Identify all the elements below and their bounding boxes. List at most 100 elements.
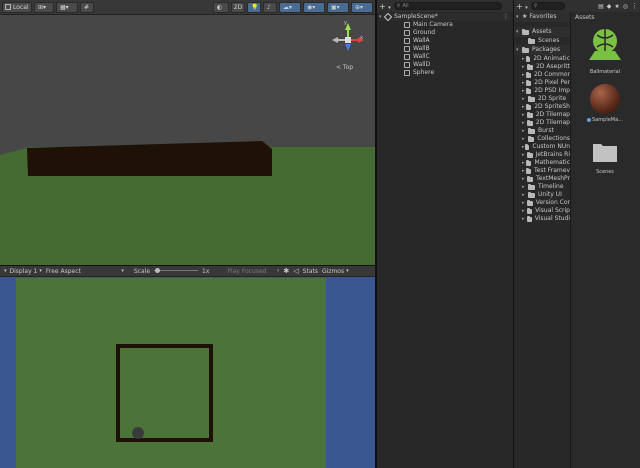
- more-options-icon[interactable]: ⋮: [503, 13, 509, 21]
- hierarchy-search-field[interactable]: ⚲ All: [393, 2, 502, 10]
- package-row[interactable]: ▸ Burst: [514, 127, 570, 135]
- package-row[interactable]: ▸ 2D Animatic: [514, 55, 570, 63]
- hierarchy-item[interactable]: WallA: [379, 37, 511, 45]
- hierarchy-item-label: WallB: [413, 45, 430, 52]
- hierarchy-item[interactable]: Ground: [379, 29, 511, 37]
- search-icon: ⚲: [533, 3, 538, 9]
- package-row[interactable]: ▸ 2D Commor: [514, 71, 570, 79]
- gizmo-x-label: x: [360, 35, 363, 41]
- package-row[interactable]: ▸ Visual Studi: [514, 215, 570, 223]
- hierarchy-item[interactable]: Main Camera: [379, 21, 511, 29]
- gameobject-icon: [404, 46, 410, 52]
- packages-list: ▸ 2D Animatic ▸ 2D Asepritt ▸ 2D Commor ▸ 2D Pi…: [514, 55, 570, 223]
- toggle-2d-button[interactable]: 2D: [231, 1, 245, 13]
- package-row[interactable]: ▸ Timeline: [514, 183, 570, 191]
- hierarchy-item[interactable]: WallD: [379, 61, 511, 69]
- package-row[interactable]: ▸ JetBrains Ri: [514, 151, 570, 159]
- package-label: Visual Studi: [534, 215, 570, 222]
- package-row[interactable]: ▸ Mathematic: [514, 159, 570, 167]
- package-label: JetBrains Ri: [535, 151, 570, 158]
- grid-lines-icon: #: [84, 3, 90, 11]
- asset-item-samplematerial[interactable]: SampleMa...: [575, 84, 635, 136]
- scene-view[interactable]: Local ⊞▾ ▦▾ # ◐ 2D 💡 ♪ ☁▾ ◉▾ ▣▾ ⊕▾ y x <…: [0, 0, 375, 265]
- package-row[interactable]: ▸ 2D PSD Imp: [514, 87, 570, 95]
- lighting-toggle[interactable]: 💡: [247, 1, 261, 13]
- create-button[interactable]: + ▾: [379, 2, 391, 11]
- package-row[interactable]: ▸ 2D Tilemap: [514, 119, 570, 127]
- folder-label: Scenes: [538, 37, 560, 44]
- favorites-row[interactable]: ▾ ★ Favorites: [514, 12, 570, 22]
- star-icon[interactable]: ★: [614, 3, 619, 10]
- aspect-dropdown[interactable]: Free Aspect ▾: [46, 268, 124, 275]
- stats-button[interactable]: Stats: [303, 268, 318, 275]
- scene-camera-button[interactable]: ▣▾: [327, 1, 349, 13]
- asset-item-scenes[interactable]: Scenes: [575, 140, 635, 180]
- sphere: [132, 427, 144, 439]
- package-row[interactable]: ▸ 2D Sprite: [514, 95, 570, 103]
- asset-item-ballmaterial[interactable]: Ballmaterial: [575, 26, 635, 78]
- play-focused-dropdown[interactable]: Play Focused ▾: [227, 268, 279, 275]
- pivot-handle-dropdown[interactable]: Local: [2, 1, 32, 13]
- gizmos-dropdown[interactable]: Gizmos ▾: [322, 268, 349, 275]
- grid-settings-button[interactable]: #: [80, 1, 94, 13]
- project-search-field[interactable]: ⚲: [530, 2, 565, 10]
- orientation-gizmo[interactable]: y x < Top: [332, 20, 366, 71]
- game-view[interactable]: ▾ Display 1 ▾ Free Aspect ▾ Scale 1x Pla…: [0, 266, 375, 468]
- folder-icon: [526, 87, 532, 94]
- packages-row[interactable]: ▾ Packages: [514, 45, 570, 55]
- filter-label-icon[interactable]: ◆: [607, 3, 612, 10]
- assets-label: Assets: [532, 28, 552, 35]
- hierarchy-item-label: Main Camera: [413, 21, 453, 28]
- folder-icon: [526, 119, 533, 126]
- scale-slider[interactable]: [154, 268, 199, 274]
- unity-scene-icon: [383, 12, 393, 22]
- display-dropdown[interactable]: ▾ Display 1 ▾: [4, 268, 42, 275]
- hierarchy-item[interactable]: WallB: [379, 45, 511, 53]
- folder-icon: [527, 63, 534, 70]
- gizmo-view-label[interactable]: < Top: [336, 64, 353, 71]
- folder-row-scenes[interactable]: Scenes: [514, 37, 570, 45]
- package-row[interactable]: ▸ 2D Pixel Per: [514, 79, 570, 87]
- hierarchy-item[interactable]: Sphere: [379, 69, 511, 77]
- hierarchy-item-label: Ground: [413, 29, 436, 36]
- snap-increment-button[interactable]: ▦▾: [56, 1, 78, 13]
- more-options-icon[interactable]: ⋮: [631, 2, 638, 10]
- chevron-down-icon: ▾: [4, 268, 7, 274]
- gizmos-toggle[interactable]: ⊕▾: [351, 1, 373, 13]
- project-panel: + ▾ ⚲ ▤ ◆ ★ ◎ ⋮ ▾ ★ Favorites ▾ Assets S…: [514, 0, 640, 468]
- scale-label: Scale: [133, 267, 151, 275]
- package-row[interactable]: ▸ Test Framev: [514, 167, 570, 175]
- folder-icon: [522, 28, 529, 35]
- package-row[interactable]: ▸ Unity UI: [514, 191, 570, 199]
- bug-icon[interactable]: ✱: [283, 267, 289, 275]
- snap-icon: ▦▾: [60, 3, 69, 11]
- package-row[interactable]: ▸ 2D Tilemap: [514, 111, 570, 119]
- chevron-down-icon: ▾: [276, 268, 280, 274]
- scene-toolbar: Local ⊞▾ ▦▾ # ◐ 2D 💡 ♪ ☁▾ ◉▾ ▣▾ ⊕▾: [0, 0, 375, 15]
- scene-root-row[interactable]: ▾ SampleScene* ⋮: [379, 12, 511, 22]
- package-row[interactable]: ▸ 2D SpriteSh: [514, 103, 570, 111]
- filter-type-icon[interactable]: ▤: [598, 3, 604, 10]
- hidden-packages-icon[interactable]: ◎: [623, 3, 628, 10]
- draw-mode-button[interactable]: ◐: [213, 1, 229, 13]
- local-icon: [5, 4, 11, 10]
- effects-toggle[interactable]: ☁▾: [279, 1, 301, 13]
- create-asset-button[interactable]: + ▾: [516, 2, 528, 11]
- hidden-objects-toggle[interactable]: ◉▾: [303, 1, 325, 13]
- folder-icon: [526, 79, 532, 86]
- hierarchy-item-label: WallC: [413, 53, 430, 60]
- package-row[interactable]: ▸ Version Cor: [514, 199, 570, 207]
- package-row[interactable]: ▸ Visual Scrip: [514, 207, 570, 215]
- package-row[interactable]: ▸ Custom NUn: [514, 143, 570, 151]
- assets-row[interactable]: ▾ Assets: [514, 27, 570, 37]
- breadcrumb[interactable]: Assets: [571, 12, 640, 24]
- package-row[interactable]: ▸ Collections: [514, 135, 570, 143]
- grid-snap-button[interactable]: ⊞▾: [34, 1, 54, 13]
- audio-toggle[interactable]: ♪: [263, 1, 277, 13]
- audio-mute-icon[interactable]: ◁: [293, 267, 298, 275]
- search-placeholder: All: [402, 3, 409, 9]
- scale-value: 1x: [202, 267, 210, 275]
- hierarchy-item[interactable]: WallC: [379, 53, 511, 61]
- package-row[interactable]: ▸ TextMeshPr: [514, 175, 570, 183]
- package-row[interactable]: ▸ 2D Asepritt: [514, 63, 570, 71]
